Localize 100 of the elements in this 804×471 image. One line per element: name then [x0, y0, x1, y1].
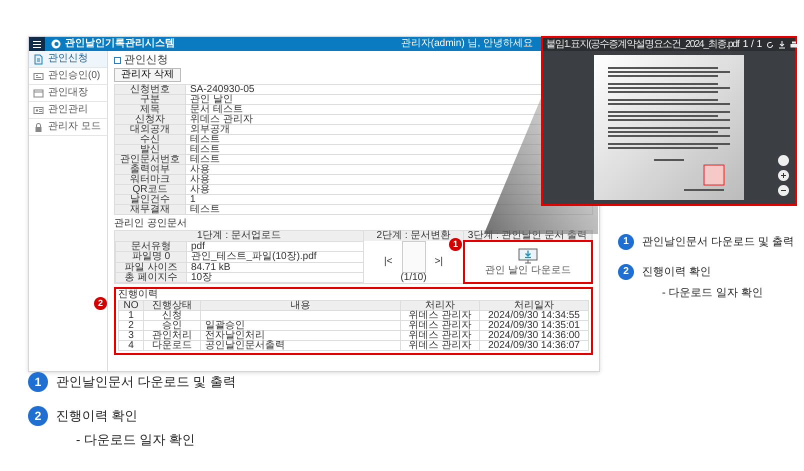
column-header: 처리일자 [480, 300, 588, 310]
legend-text: - 다운로드 일자 확인 [661, 286, 763, 301]
field-value: 사용 [190, 164, 210, 175]
field-label: 신청자 [114, 114, 186, 124]
zoom-out-icon[interactable] [778, 185, 789, 196]
number-marker: 1 [618, 234, 634, 250]
id-card-icon [33, 104, 44, 116]
number-marker: 1 [28, 372, 48, 392]
field-value: 10장 [186, 272, 364, 282]
document-icon [33, 54, 44, 64]
section-title: 진행이력 [118, 290, 159, 300]
rotate-icon[interactable] [766, 40, 774, 48]
column-header: 진행상태 [144, 300, 200, 310]
sidebar-item[interactable]: 관인대장 [29, 85, 107, 102]
sidebar-item[interactable]: 관인관리 [29, 102, 107, 119]
table-cell: 관인처리 [144, 330, 200, 340]
menu-icon[interactable] [29, 37, 45, 51]
field-value: 테스트 [190, 154, 220, 165]
column-header: 1단계 : 문서업로드 [115, 231, 364, 241]
field-label: 신청번호 [114, 84, 186, 94]
table-cell: 4 [118, 340, 144, 350]
bullet-icon [114, 56, 121, 64]
field-label: 출력여부 [114, 164, 186, 174]
field-value: 위데스 관리자 [190, 114, 253, 125]
table-cell: 공인날인문서출력 [200, 340, 400, 350]
field-label: 파일 사이즈 [116, 262, 186, 272]
field-value: 테스트 [190, 144, 220, 155]
field-value: SA-240930-05 [190, 84, 254, 95]
table-cell: 1 [118, 310, 144, 320]
field-label: 문서유형 [116, 242, 186, 252]
field-label: 워터마크 [114, 174, 186, 184]
field-value: 사용 [190, 174, 210, 185]
callout-badge: 2 [94, 297, 107, 310]
field-value: 외부공개 [190, 124, 230, 135]
sidebar-item[interactable]: 관리자 모드 [29, 119, 107, 136]
table-cell: 위데스 관리자 [400, 340, 480, 350]
field-label: QR코드 [114, 184, 186, 194]
toolbar-button[interactable]: 관리자 삭제 [114, 68, 181, 82]
sidebar-item[interactable]: 관인신청 [29, 51, 107, 68]
page-thumbnail [402, 241, 426, 273]
field-label: 총 페이지수 [116, 272, 186, 282]
sidebar-item[interactable]: 관인승인(0) [29, 68, 107, 85]
table-cell: 2024/09/30 14:36:00 [480, 330, 588, 340]
legend-text: 진행이력 확인 [56, 407, 139, 425]
number-marker: 2 [618, 264, 634, 280]
first-page-button[interactable]: |< [384, 257, 392, 267]
field-label: 발신 [114, 144, 186, 154]
table-cell: 3 [118, 330, 144, 340]
calendar-icon [33, 88, 44, 98]
field-value: pdf [186, 242, 364, 252]
section-title: 관리인 공인문서 [114, 219, 188, 229]
number-marker: 2 [28, 406, 48, 426]
page-counter: (1/10) [400, 273, 427, 283]
zoom-in-icon[interactable] [778, 170, 789, 181]
print-icon[interactable] [790, 40, 798, 48]
last-page-button[interactable]: >| [434, 257, 443, 267]
lock-icon [33, 122, 44, 132]
field-label: 파일명 0 [116, 252, 186, 262]
legend-text: 관인날인문서 다운로드 및 출력 [642, 235, 794, 250]
app-title: 관인날인기록관리시스템 [65, 39, 175, 49]
card-icon [33, 70, 44, 82]
column-header: 처리자 [400, 300, 480, 310]
column-header: NO [118, 300, 144, 310]
field-value: 테스트 [190, 204, 220, 215]
field-value: 관인 날인 [190, 94, 233, 105]
table-cell: 일괄승인 [200, 320, 400, 330]
field-label: 수신 [114, 134, 186, 144]
field-label: 제목 [114, 104, 186, 114]
field-label: 대외공개 [114, 124, 186, 134]
download-icon[interactable] [778, 40, 786, 48]
field-label: 날인건수 [114, 194, 186, 204]
field-value: 1 [190, 194, 196, 205]
file-name: 붙임1.표지(공수증계약설명요소건_2024_최종.pdf [546, 40, 739, 50]
field-value: 사용 [190, 184, 210, 195]
column-header: 2단계 : 문서변환 [364, 231, 464, 241]
download-monitor-icon [518, 248, 538, 264]
callout-badge: 1 [449, 238, 462, 251]
table-cell: 2 [118, 320, 144, 330]
field-label: 관인문서번호 [114, 154, 186, 164]
table-cell: 위데스 관리자 [400, 310, 480, 320]
page-indicator: 1 / 1 [742, 40, 762, 50]
table-cell: 위데스 관리자 [400, 330, 480, 340]
table-cell: 다운로드 [144, 340, 200, 350]
legend-text: 관인날인문서 다운로드 및 출력 [56, 373, 236, 391]
page-title: 관인신청 [124, 54, 168, 66]
table-cell: 전자날인처리 [200, 330, 400, 340]
field-value: 관인_테스트_파일(10장).pdf [186, 252, 364, 262]
table-cell: 신청 [144, 310, 200, 320]
field-value: 84.71 kB [186, 262, 364, 272]
field-label: 재무결재 [114, 204, 186, 214]
field-label: 구분 [114, 94, 186, 104]
field-value: 문서 테스트 [190, 104, 243, 115]
table-cell: 승인 [144, 320, 200, 330]
table-cell: 2024/09/30 14:36:07 [480, 340, 588, 350]
table-cell: 2024/09/30 14:35:01 [480, 320, 588, 330]
table-cell: 2024/09/30 14:34:55 [480, 310, 588, 320]
legend-text: - 다운로드 일자 확인 [75, 431, 196, 449]
legend-text: 진행이력 확인 [642, 265, 712, 280]
fit-page-icon[interactable] [778, 155, 789, 166]
user-greeting: 관리자(admin) 님, 안녕하세요 [400, 39, 533, 49]
